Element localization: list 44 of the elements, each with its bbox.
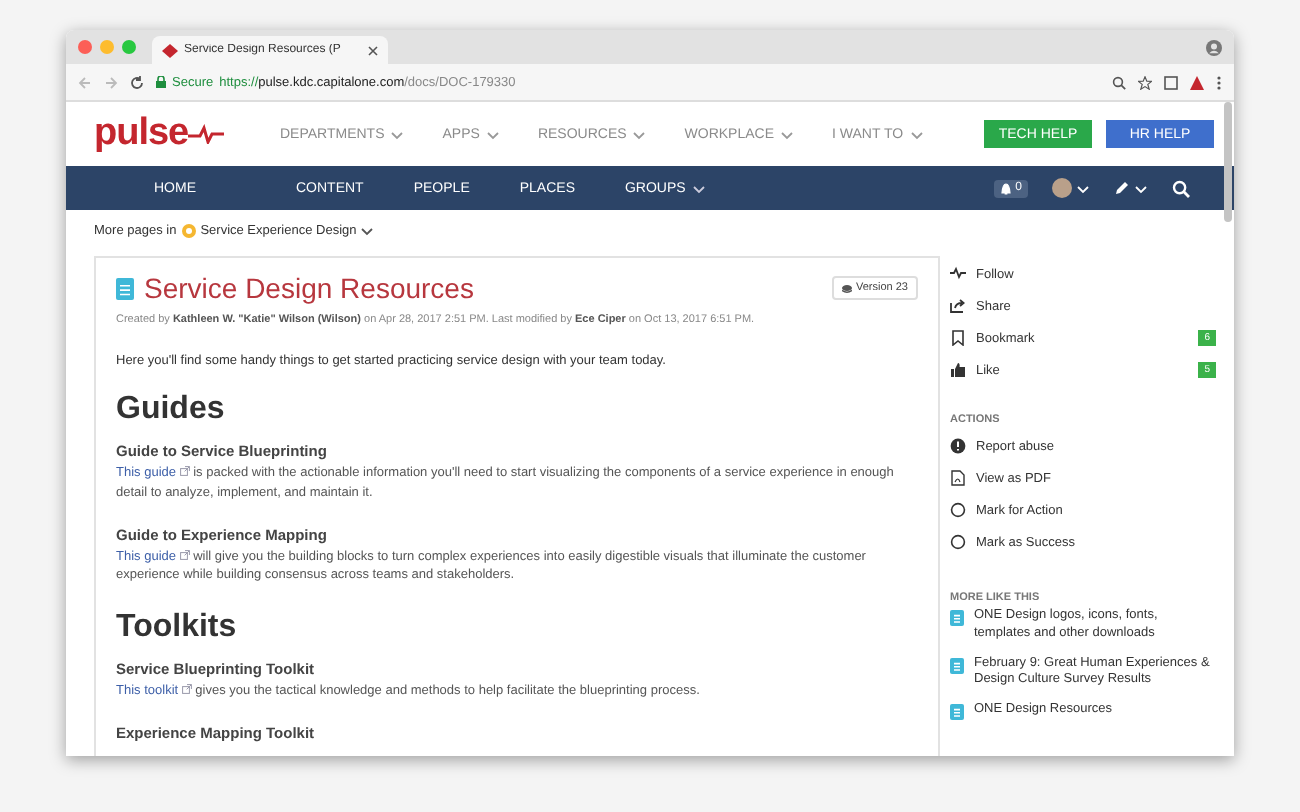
scrollbar[interactable]: [1224, 102, 1232, 222]
close-icon[interactable]: [368, 45, 378, 55]
external-link-icon: [179, 466, 190, 476]
more-icon[interactable]: [1216, 75, 1222, 89]
thumbs-up-icon: [950, 362, 966, 378]
circle-icon: [950, 502, 966, 518]
external-link-icon: [181, 684, 192, 694]
bell-icon: [999, 181, 1012, 195]
caret-icon: [909, 129, 924, 139]
pulse-wave-icon: [188, 124, 225, 144]
document-icon: [950, 704, 964, 721]
circle-icon: [950, 534, 966, 550]
share-icon: [950, 298, 966, 314]
caret-icon: [360, 225, 375, 235]
section-heading: Toolkits: [116, 610, 239, 646]
activity-icon: [950, 266, 966, 282]
layers-icon: [842, 283, 852, 293]
avatar[interactable]: [1052, 178, 1072, 198]
caret-icon: [1076, 183, 1090, 193]
caret-icon: [390, 129, 405, 139]
place-icon: [182, 223, 197, 237]
search-icon[interactable]: [1112, 75, 1126, 89]
caret-icon: [1134, 183, 1148, 193]
bookmark-icon: [950, 330, 966, 346]
document-icon: [116, 277, 134, 299]
pulse-logo[interactable]: pulse: [94, 112, 280, 156]
caret-icon: [780, 129, 795, 139]
section-heading: Guides: [116, 392, 227, 428]
document-icon: [950, 657, 964, 674]
site-logo-icon: [162, 43, 178, 57]
caret-icon: [632, 129, 647, 139]
caret-icon: [691, 183, 706, 193]
pdf-file-icon: [950, 470, 966, 486]
window-close-button[interactable]: [78, 40, 92, 54]
document-icon: [950, 610, 964, 626]
reload-icon[interactable]: [130, 75, 144, 89]
star-icon[interactable]: [1138, 75, 1152, 89]
pencil-icon[interactable]: [1114, 180, 1130, 196]
document-title: Service Design Resources: [144, 272, 476, 304]
caret-icon: [485, 129, 500, 139]
profile-icon[interactable]: [1206, 39, 1222, 55]
external-link-icon: [179, 549, 190, 559]
lock-icon: [156, 76, 166, 88]
exclamation-icon: [950, 438, 966, 454]
